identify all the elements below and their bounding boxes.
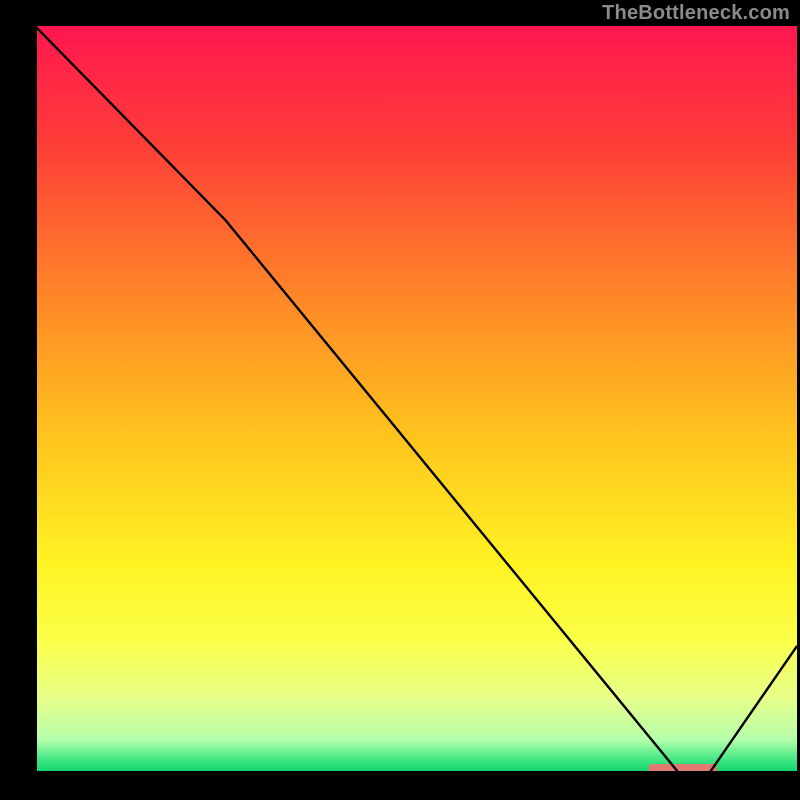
- chart-svg: [0, 0, 800, 800]
- plot-background: [35, 26, 797, 773]
- watermark-text: TheBottleneck.com: [602, 2, 790, 25]
- chart-stage: TheBottleneck.com: [0, 0, 800, 800]
